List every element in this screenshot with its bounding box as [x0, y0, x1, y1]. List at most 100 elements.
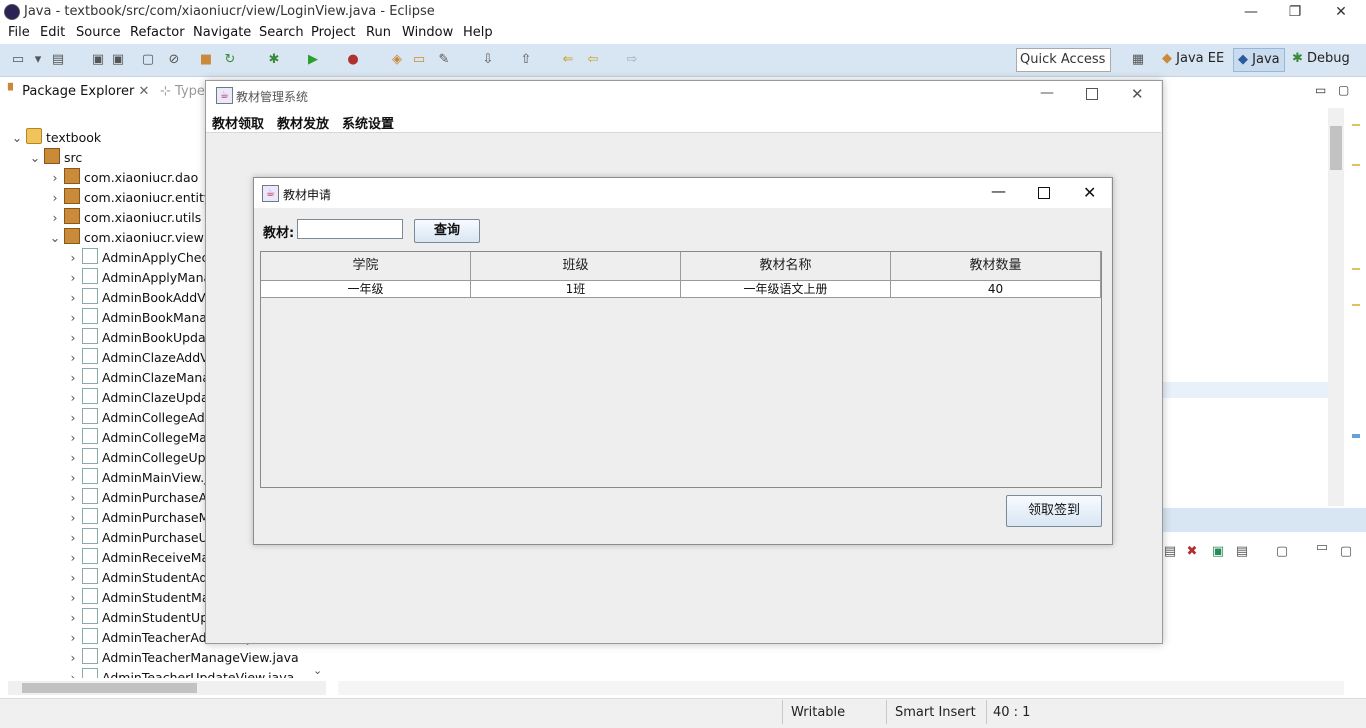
- external-tools-icon[interactable]: ●: [345, 52, 361, 68]
- close-tab-icon[interactable]: ✕: [138, 84, 149, 99]
- editor-scroll-thumb[interactable]: [1330, 126, 1342, 170]
- chevron-right-icon[interactable]: ›: [66, 368, 80, 388]
- column-header-book-name[interactable]: 教材名称: [681, 252, 891, 281]
- forward-icon[interactable]: ⇨: [624, 52, 640, 68]
- tree-file[interactable]: › AdminBookAddV: [66, 288, 206, 308]
- dialog-maximize-button[interactable]: [1038, 187, 1050, 199]
- pencil-icon[interactable]: ✎: [436, 52, 452, 68]
- chevron-right-icon[interactable]: ›: [66, 468, 80, 488]
- remove-launch-icon[interactable]: ✖: [1184, 544, 1200, 560]
- tree-file[interactable]: › AdminPurchaseUp: [66, 528, 216, 548]
- tab-package-explorer[interactable]: ▘ Package Explorer ✕: [8, 84, 149, 99]
- dropdown-arrow-icon[interactable]: ▾: [30, 52, 46, 68]
- tree-file[interactable]: › AdminApplyChec: [66, 248, 208, 268]
- chevron-right-icon[interactable]: ›: [66, 328, 80, 348]
- menu-file[interactable]: File: [8, 25, 30, 40]
- tree-file[interactable]: › AdminStudentUpc: [66, 608, 215, 628]
- chevron-right-icon[interactable]: ›: [48, 208, 62, 228]
- tree-file[interactable]: › AdminClazeUpda: [66, 388, 209, 408]
- pin-console-icon[interactable]: ▣: [1210, 544, 1226, 560]
- menu-search[interactable]: Search: [259, 25, 304, 40]
- perspective-java-ee[interactable]: ◆ Java EE: [1162, 51, 1224, 66]
- chevron-right-icon[interactable]: ›: [66, 608, 80, 628]
- chevron-right-icon[interactable]: ›: [66, 388, 80, 408]
- maximize-console-icon[interactable]: ▢: [1338, 544, 1354, 560]
- save-icon[interactable]: ▣: [90, 52, 106, 68]
- tree-package[interactable]: ⌄ com.xiaoniucr.view: [48, 228, 204, 248]
- tree-file[interactable]: › AdminBookMana: [66, 308, 207, 328]
- tree-scroll-thumb[interactable]: [22, 683, 197, 693]
- console-horizontal-scrollbar[interactable]: [338, 681, 1344, 695]
- close-button[interactable]: ✕: [1318, 0, 1364, 24]
- tree-file[interactable]: › AdminReceiveMa: [66, 548, 209, 568]
- chevron-right-icon[interactable]: ›: [66, 528, 80, 548]
- tree-file[interactable]: › AdminCollegeAdc: [66, 408, 212, 428]
- save-all-icon[interactable]: ▣: [110, 52, 126, 68]
- app-maximize-button[interactable]: [1086, 88, 1098, 100]
- open-console-icon[interactable]: ▢: [1274, 544, 1290, 560]
- tree-file[interactable]: › AdminCollegeMa: [66, 428, 207, 448]
- dialog-minimize-button[interactable]: —: [991, 182, 1006, 200]
- tree-file[interactable]: › AdminTeacherUpdateView.java: [66, 668, 294, 678]
- app-menu-receive[interactable]: 教材领取: [212, 113, 264, 132]
- minimize-console-icon[interactable]: ▭: [1314, 540, 1330, 556]
- chevron-right-icon[interactable]: ›: [66, 588, 80, 608]
- package-icon[interactable]: ■: [198, 52, 214, 68]
- tree-file[interactable]: › AdminStudentMa: [66, 588, 210, 608]
- open-perspective-icon[interactable]: ▦: [1130, 52, 1146, 68]
- chevron-right-icon[interactable]: ›: [66, 568, 80, 588]
- chevron-down-icon[interactable]: ⌄: [28, 148, 42, 168]
- chevron-right-icon[interactable]: ›: [66, 248, 80, 268]
- prev-annotation-icon[interactable]: ⇧: [518, 52, 534, 68]
- new-icon[interactable]: ▭: [10, 52, 26, 68]
- skip-breakpoints-icon[interactable]: ⊘: [166, 52, 182, 68]
- perspective-debug[interactable]: ✱ Debug: [1292, 51, 1350, 66]
- menu-help[interactable]: Help: [463, 25, 493, 40]
- chevron-right-icon[interactable]: ›: [66, 628, 80, 648]
- tree-project[interactable]: ⌄ textbook: [10, 128, 101, 148]
- tree-file[interactable]: › AdminStudentAdc: [66, 568, 214, 588]
- maximize-view-icon[interactable]: ▢: [1338, 83, 1349, 97]
- chevron-down-icon[interactable]: ⌄: [10, 128, 24, 148]
- tree-package[interactable]: › com.xiaoniucr.entity: [48, 188, 211, 208]
- tree-src[interactable]: ⌄ src: [28, 148, 82, 168]
- column-header-quantity[interactable]: 教材数量: [891, 252, 1101, 281]
- next-annotation-icon[interactable]: ⇩: [480, 52, 496, 68]
- last-edit-icon[interactable]: ⇐: [560, 52, 576, 68]
- menu-run[interactable]: Run: [366, 25, 391, 40]
- menu-source[interactable]: Source: [76, 25, 121, 40]
- tree-scroll-down-icon[interactable]: ⌄: [313, 664, 322, 677]
- chevron-right-icon[interactable]: ›: [66, 548, 80, 568]
- open-folder-icon[interactable]: ▭: [411, 52, 427, 68]
- chevron-right-icon[interactable]: ›: [66, 448, 80, 468]
- chevron-down-icon[interactable]: ⌄: [48, 228, 62, 248]
- tree-file[interactable]: › AdminApplyMana: [66, 268, 211, 288]
- new-wizard-icon[interactable]: ▤: [50, 52, 66, 68]
- run-icon[interactable]: ▶: [305, 52, 321, 68]
- debug-icon[interactable]: ✱: [266, 52, 282, 68]
- column-header-class[interactable]: 班级: [471, 252, 681, 281]
- chevron-right-icon[interactable]: ›: [66, 508, 80, 528]
- chevron-right-icon[interactable]: ›: [66, 488, 80, 508]
- minimize-button[interactable]: —: [1228, 0, 1274, 24]
- table-cell-book-name[interactable]: 一年级语文上册: [681, 281, 891, 298]
- chevron-right-icon[interactable]: ›: [66, 408, 80, 428]
- tree-file[interactable]: › AdminMainView.j: [66, 468, 208, 488]
- chevron-right-icon[interactable]: ›: [66, 428, 80, 448]
- table-cell-college[interactable]: 一年级: [261, 281, 471, 298]
- dialog-close-button[interactable]: ✕: [1083, 183, 1096, 202]
- chevron-right-icon[interactable]: ›: [66, 348, 80, 368]
- display-console-icon[interactable]: ▤: [1234, 544, 1250, 560]
- chevron-right-icon[interactable]: ›: [48, 188, 62, 208]
- tree-file[interactable]: › AdminCollegeUpc: [66, 448, 212, 468]
- table-cell-quantity[interactable]: 40: [891, 281, 1101, 298]
- back-icon[interactable]: ⇦: [585, 52, 601, 68]
- menu-project[interactable]: Project: [311, 25, 355, 40]
- clear-console-icon[interactable]: ▤: [1162, 544, 1178, 560]
- app-menu-distribute[interactable]: 教材发放: [277, 113, 329, 132]
- chevron-right-icon[interactable]: ›: [66, 288, 80, 308]
- menu-navigate[interactable]: Navigate: [193, 25, 251, 40]
- table-cell-class[interactable]: 1班: [471, 281, 681, 298]
- chevron-right-icon[interactable]: ›: [48, 168, 62, 188]
- chevron-right-icon[interactable]: ›: [66, 268, 80, 288]
